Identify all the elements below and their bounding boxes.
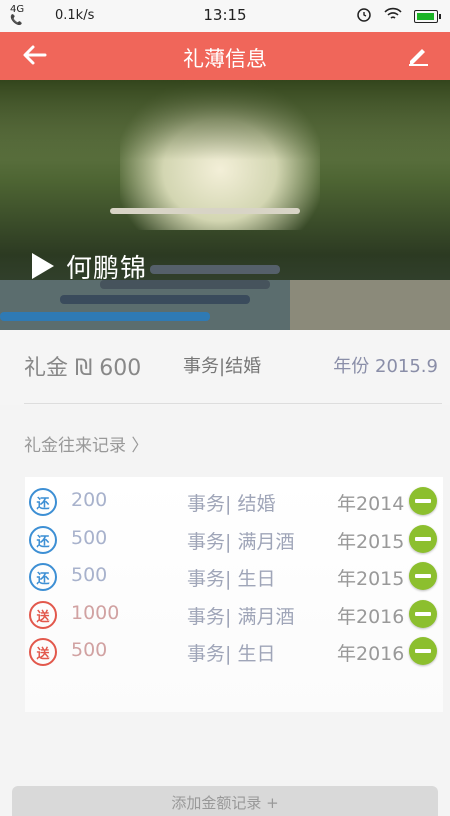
gift-summary: 礼金 ₪ 600 事务|结婚 年份 2015.9 (0, 330, 450, 405)
person-name: 何鹏锦 (66, 254, 148, 284)
record-amount: 200 (71, 489, 108, 511)
battery-icon (414, 9, 441, 23)
alarm-icon (356, 6, 372, 26)
record-year: 年2015 (337, 568, 405, 590)
list-item[interactable]: 送 1000 事务| 满月酒 年2016 (25, 596, 443, 633)
records-link[interactable]: 礼金往来记录 〉 (24, 431, 148, 456)
remove-record-button[interactable] (409, 600, 437, 628)
minus-icon (415, 649, 431, 653)
send-badge: 送 (29, 601, 57, 629)
wifi-icon (384, 7, 402, 25)
record-event: 事务| 生日 (187, 568, 276, 590)
remove-record-button[interactable] (409, 525, 437, 553)
records-list: 还 200 事务| 结婚 年2014 还 500 事务| 满月酒 年2015 还… (25, 477, 443, 712)
minus-icon (415, 499, 431, 503)
list-item[interactable]: 还 500 事务| 满月酒 年2015 (25, 521, 443, 558)
return-badge: 还 (29, 563, 57, 591)
play-icon[interactable] (32, 253, 54, 279)
record-year: 年2016 (337, 643, 405, 665)
edit-pencil-icon[interactable] (406, 42, 432, 68)
page-title: 礼薄信息 (183, 47, 267, 71)
divider (24, 403, 442, 404)
record-amount: 500 (71, 527, 108, 549)
record-event: 事务| 满月酒 (187, 606, 295, 628)
record-amount: 500 (71, 564, 108, 586)
remove-record-button[interactable] (409, 562, 437, 590)
record-amount: 500 (71, 639, 108, 661)
gift-year: 年份 2015.9 (333, 356, 438, 377)
minus-icon (415, 537, 431, 541)
add-record-button[interactable]: 添加金额记录 + (12, 786, 438, 816)
remove-record-button[interactable] (409, 637, 437, 665)
record-year: 年2014 (337, 493, 405, 515)
record-year: 年2016 (337, 606, 405, 628)
record-event: 事务| 生日 (187, 643, 276, 665)
minus-icon (415, 574, 431, 578)
record-amount: 1000 (71, 602, 120, 624)
gift-amount: 礼金 ₪ 600 (24, 356, 142, 381)
return-badge: 还 (29, 488, 57, 516)
minus-icon (415, 612, 431, 616)
hero-image: 何鹏锦 (0, 80, 450, 330)
list-item[interactable]: 还 500 事务| 生日 年2015 (25, 558, 443, 595)
status-bar: 4G 📞 0.1k/s 13:15 (0, 0, 450, 32)
return-badge: 还 (29, 526, 57, 554)
record-event: 事务| 满月酒 (187, 531, 295, 553)
record-year: 年2015 (337, 531, 405, 553)
app-bar: 礼薄信息 (0, 32, 450, 80)
remove-record-button[interactable] (409, 487, 437, 515)
list-item[interactable]: 送 500 事务| 生日 年2016 (25, 633, 443, 670)
record-event: 事务| 结婚 (187, 493, 276, 515)
gift-event: 事务|结婚 (183, 356, 262, 377)
send-badge: 送 (29, 638, 57, 666)
list-item[interactable]: 还 200 事务| 结婚 年2014 (25, 483, 443, 520)
